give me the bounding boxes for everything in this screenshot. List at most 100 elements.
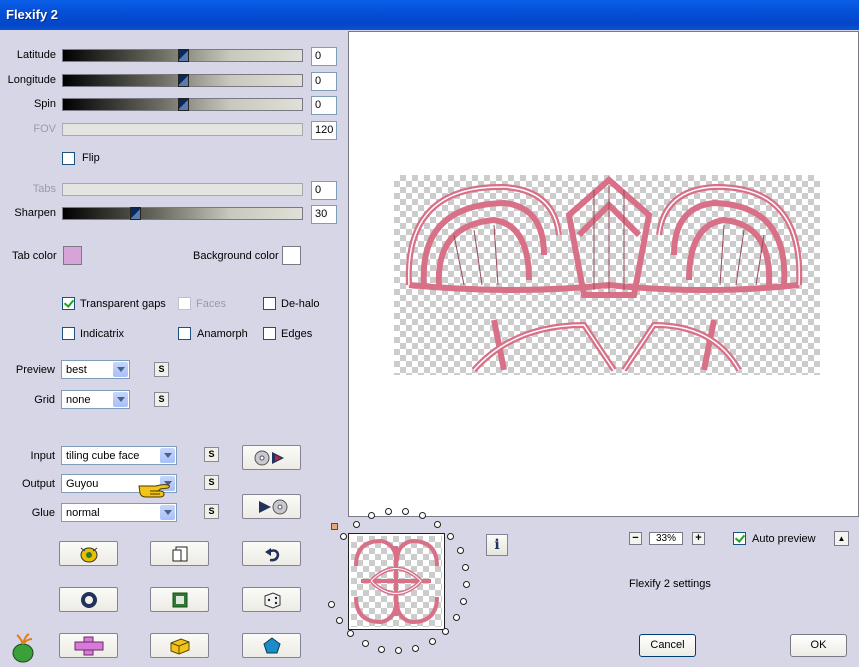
box-button[interactable] xyxy=(150,633,209,658)
navigator-dot[interactable] xyxy=(453,614,461,621)
navigator-dot[interactable] xyxy=(339,532,347,540)
navigator-dot[interactable] xyxy=(347,629,355,637)
grid-s-button[interactable]: S xyxy=(154,392,169,407)
square-button[interactable] xyxy=(150,587,209,612)
faces-checkbox[interactable] xyxy=(178,297,191,310)
navigator-dot[interactable] xyxy=(434,520,442,528)
latitude-field[interactable]: 0 xyxy=(311,47,337,66)
navigator-dot[interactable] xyxy=(412,644,420,652)
longitude-slider[interactable] xyxy=(62,74,303,87)
load-input-button[interactable] xyxy=(242,445,301,470)
navigator-dot[interactable] xyxy=(460,598,468,606)
navigator-dot[interactable] xyxy=(462,563,470,571)
spin-slider[interactable] xyxy=(62,98,303,111)
tab-color-swatch[interactable] xyxy=(63,246,82,265)
navigator-dot[interactable] xyxy=(384,508,392,516)
ring-icon xyxy=(80,591,97,608)
navigator-dot[interactable] xyxy=(419,512,427,520)
tabs-slider[interactable] xyxy=(62,183,303,196)
fov-field[interactable]: 120 xyxy=(311,121,337,140)
navigator-dot[interactable] xyxy=(442,627,450,635)
ok-button[interactable]: OK xyxy=(790,634,847,657)
dice-button[interactable] xyxy=(242,587,301,612)
faces-label: Faces xyxy=(196,298,226,310)
zoom-level[interactable]: 33% xyxy=(649,532,683,545)
input-dropdown[interactable]: tiling cube face xyxy=(61,446,177,465)
output-s-button[interactable]: S xyxy=(204,475,219,490)
preview-label: Preview xyxy=(15,364,55,376)
cross-shape-button[interactable] xyxy=(59,633,118,658)
edges-label: Edges xyxy=(281,328,313,340)
pentagon-button[interactable] xyxy=(242,633,301,658)
sharpen-slider[interactable] xyxy=(62,207,303,220)
dehalo-checkbox[interactable] xyxy=(263,297,276,310)
cancel-button[interactable]: Cancel xyxy=(639,634,696,657)
anamorph-checkbox[interactable] xyxy=(178,327,191,340)
input-s-button[interactable]: S xyxy=(204,447,219,462)
navigator-dot[interactable] xyxy=(456,547,464,555)
preview-value: best xyxy=(66,364,87,376)
info-button[interactable]: i xyxy=(486,534,508,556)
spin-field[interactable]: 0 xyxy=(311,96,337,115)
latitude-slider[interactable] xyxy=(62,49,303,62)
chevron-down-icon[interactable] xyxy=(113,362,128,377)
navigator-thumbnail[interactable] xyxy=(348,533,445,630)
pentagon-icon xyxy=(262,636,281,653)
navigator-dot[interactable] xyxy=(352,520,360,528)
flip-checkbox[interactable] xyxy=(62,152,75,165)
auto-preview-label: Auto preview xyxy=(752,533,816,545)
chevron-down-icon[interactable] xyxy=(160,505,175,520)
navigator-dot[interactable] xyxy=(395,647,403,655)
navigator-dot[interactable] xyxy=(428,638,436,646)
longitude-field[interactable]: 0 xyxy=(311,72,337,91)
sharpen-slider-thumb[interactable] xyxy=(129,207,141,220)
zoom-out-button[interactable]: − xyxy=(629,532,642,545)
dice-icon xyxy=(264,591,280,609)
background-color-label: Background color xyxy=(193,250,279,262)
copy-button[interactable] xyxy=(150,541,209,566)
sharpen-field[interactable]: 30 xyxy=(311,205,337,224)
preview-s-button[interactable]: S xyxy=(154,362,169,377)
navigator-dot[interactable] xyxy=(335,616,343,624)
latitude-slider-thumb[interactable] xyxy=(177,49,189,62)
chevron-down-icon[interactable] xyxy=(160,448,175,463)
auto-preview-checkbox[interactable] xyxy=(733,532,746,545)
save-output-button[interactable] xyxy=(242,494,301,519)
glue-s-button[interactable]: S xyxy=(204,504,219,519)
flexify-logo-icon xyxy=(12,633,34,663)
navigator-dot[interactable] xyxy=(367,512,375,520)
fov-slider[interactable] xyxy=(62,123,303,136)
ring-button[interactable] xyxy=(59,587,118,612)
glue-dropdown[interactable]: normal xyxy=(61,503,177,522)
anamorph-label: Anamorph xyxy=(197,328,248,340)
background-color-swatch[interactable] xyxy=(282,246,301,265)
navigator-dot[interactable] xyxy=(377,645,385,653)
cube-icon xyxy=(170,637,189,655)
spin-slider-thumb[interactable] xyxy=(177,98,189,111)
tabs-field[interactable]: 0 xyxy=(311,181,337,200)
navigator-dot[interactable] xyxy=(447,532,455,540)
latitude-label: Latitude xyxy=(16,49,56,61)
indicatrix-checkbox[interactable] xyxy=(62,327,75,340)
navigator-dot[interactable] xyxy=(463,580,471,588)
navigator-dot[interactable] xyxy=(327,601,335,609)
preview-panel[interactable] xyxy=(348,31,859,517)
grid-value: none xyxy=(66,394,91,406)
edges-checkbox[interactable] xyxy=(263,327,276,340)
fov-label: FOV xyxy=(33,123,56,135)
preview-dropdown[interactable]: best xyxy=(61,360,130,379)
grid-dropdown[interactable]: none xyxy=(61,390,130,409)
undo-button[interactable] xyxy=(242,541,301,566)
info-icon: i xyxy=(494,537,500,553)
collapse-up-button[interactable]: ▲ xyxy=(834,531,849,546)
navigator-handle[interactable] xyxy=(331,523,338,530)
navigator-dot[interactable] xyxy=(361,639,369,647)
output-value: Guyou xyxy=(66,478,99,490)
square-frame-icon xyxy=(172,592,187,607)
randomize-button[interactable] xyxy=(59,541,118,566)
zoom-in-button[interactable]: + xyxy=(692,532,705,545)
transparent-gaps-checkbox[interactable] xyxy=(62,297,75,310)
chevron-down-icon[interactable] xyxy=(113,392,128,407)
indicatrix-label: Indicatrix xyxy=(80,328,125,340)
longitude-slider-thumb[interactable] xyxy=(177,74,189,87)
